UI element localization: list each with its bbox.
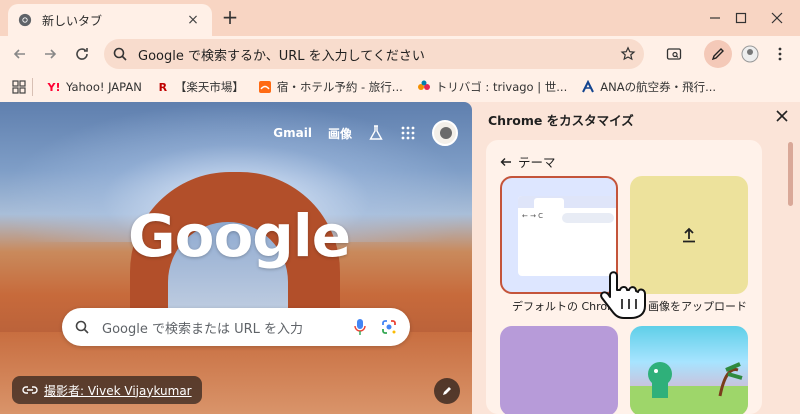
rakuten-icon: R <box>158 80 168 94</box>
omnibox[interactable]: Google で検索するか、URL を入力してください <box>104 39 644 69</box>
back-button[interactable] <box>6 40 34 68</box>
trivago-icon <box>417 80 431 94</box>
ntp-search-box[interactable]: Google で検索または URL を入力 <box>62 308 410 346</box>
theme-preview-window: ← → C <box>518 196 616 276</box>
labs-flask-icon[interactable] <box>368 125 384 141</box>
new-tab-button[interactable]: + <box>218 6 242 30</box>
bookmark-yahoo[interactable]: Y! Yahoo! JAPAN <box>47 80 142 94</box>
more-vert-icon <box>778 47 782 61</box>
bookmarks-separator <box>32 78 33 96</box>
theme-upload-label: 画像をアップロード <box>648 300 747 313</box>
theme-preview-omnibox <box>562 213 614 223</box>
bookmark-label: 【楽天市場】 <box>174 80 244 94</box>
bookmark-rakuten[interactable]: R 【楽天市場】 <box>156 79 244 95</box>
profile-button[interactable] <box>736 40 764 68</box>
google-lens-icon[interactable] <box>380 318 398 336</box>
new-tab-page: Gmail 画像 Google Google で検索または URL を入力 撮影… <box>0 102 472 414</box>
tab-new-tab[interactable]: 新しいタブ × <box>8 4 212 36</box>
ntp-header: Gmail 画像 <box>273 120 458 146</box>
menu-button[interactable] <box>766 40 794 68</box>
gmail-link[interactable]: Gmail <box>273 126 312 140</box>
jalan-icon <box>258 80 272 94</box>
panel-title: Chrome をカスタマイズ <box>488 113 634 128</box>
arrow-left-icon <box>13 49 25 59</box>
arrow-right-icon <box>45 49 57 59</box>
close-icon <box>776 110 788 122</box>
omnibox-text: Google で検索するか、URL を入力してください <box>138 48 425 64</box>
bookmark-label: Yahoo! JAPAN <box>66 80 142 94</box>
theme-preview-tabbar <box>518 196 616 208</box>
pencil-icon <box>711 48 724 61</box>
toolbar: Google で検索するか、URL を入力してください <box>0 36 800 72</box>
apps-grid-icon[interactable] <box>12 80 26 94</box>
theme-purple[interactable] <box>500 326 618 414</box>
close-icon <box>771 12 783 24</box>
tab-search-button[interactable] <box>660 40 688 68</box>
customize-button[interactable] <box>704 40 732 68</box>
microphone-icon[interactable] <box>352 318 368 336</box>
themes-back-button[interactable]: テーマ <box>500 152 556 171</box>
customize-chrome-panel: Chrome をカスタマイズ テーマ ← → C デフォルトの Chrome 画… <box>476 102 800 414</box>
bookmark-jalan[interactable]: 宿・ホテル予約 - 旅行... <box>258 79 403 95</box>
link-icon <box>22 386 38 394</box>
yahoo-icon: Y! <box>47 80 61 94</box>
hand-pointer-cursor <box>600 271 646 319</box>
tab-search-icon <box>666 48 682 60</box>
photo-credit-link[interactable]: 撮影者: Vivek Vijaykumar <box>12 376 202 404</box>
photo-credit-text: 撮影者: Vivek Vijaykumar <box>44 383 192 398</box>
pencil-icon <box>443 387 451 395</box>
avatar-icon <box>741 45 759 63</box>
ana-icon <box>581 80 595 94</box>
bookmarks-bar: Y! Yahoo! JAPAN R 【楽天市場】 宿・ホテル予約 - 旅行...… <box>0 72 800 102</box>
theme-preview-tab <box>534 198 564 208</box>
panel-scrollbar[interactable] <box>788 142 793 206</box>
search-icon <box>113 47 127 61</box>
bookmark-label: ANAの航空券・飛行... <box>600 80 717 94</box>
reload-icon <box>76 48 88 60</box>
tab-strip: 新しいタブ × + <box>0 0 800 36</box>
search-icon <box>75 320 89 334</box>
theme-preview-nav-icons: ← → C <box>522 212 544 220</box>
bookmark-trivago[interactable]: トリバゴ : trivago | 世... <box>417 79 567 95</box>
upload-icon <box>683 227 695 243</box>
themes-heading: テーマ <box>518 155 556 170</box>
apps-grid-icon[interactable] <box>400 125 416 141</box>
reload-button[interactable] <box>68 40 96 68</box>
panel-close-button[interactable] <box>776 108 788 126</box>
theme-illustration[interactable] <box>630 326 748 414</box>
chrome-icon <box>18 13 32 27</box>
ntp-search-placeholder: Google で検索または URL を入力 <box>102 321 304 337</box>
arrow-left-icon <box>500 157 511 166</box>
maximize-icon <box>735 12 747 24</box>
forward-button[interactable] <box>36 40 64 68</box>
tab-close-button[interactable]: × <box>184 12 202 28</box>
bookmark-label: 宿・ホテル予約 - 旅行... <box>276 80 403 94</box>
bookmark-ana[interactable]: ANAの航空券・飛行... <box>581 79 716 95</box>
tab-title: 新しいタブ <box>42 13 103 28</box>
star-icon[interactable] <box>620 46 636 62</box>
illustration-art <box>630 362 748 414</box>
edit-background-button[interactable] <box>434 378 460 404</box>
account-avatar[interactable] <box>432 120 458 146</box>
close-window-button[interactable] <box>754 0 800 36</box>
bookmark-label: トリバゴ : trivago | 世... <box>435 80 568 94</box>
images-link[interactable]: 画像 <box>328 125 352 142</box>
google-logo: Google <box>128 202 351 270</box>
